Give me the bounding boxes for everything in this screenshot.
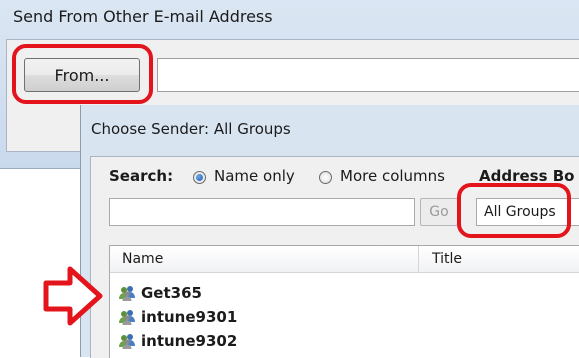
list-item-name: Get365 [141,284,202,302]
dialog-title: Send From Other E-mail Address [13,7,273,26]
go-button[interactable]: Go [420,198,458,226]
radio-name-only[interactable] [193,171,206,184]
group-icon [118,284,136,302]
list-item[interactable]: Get365 [118,282,202,304]
from-field[interactable] [157,58,579,92]
column-name[interactable]: Name [122,251,163,267]
list-item[interactable]: intune9302 [118,330,237,352]
radio-more-columns[interactable] [319,171,332,184]
search-label: Search: [109,167,174,185]
choose-sender-title: Choose Sender: All Groups [91,120,291,138]
radio-more-columns-label[interactable]: More columns [340,167,445,185]
search-input[interactable] [109,198,415,226]
list-item-name: intune9301 [141,308,238,326]
from-button-highlight [12,44,153,104]
column-separator[interactable] [418,246,419,272]
column-title[interactable]: Title [432,251,462,267]
group-icon [118,332,136,350]
red-arrow-right-icon [43,266,103,326]
list-item-name: intune9302 [141,332,238,350]
address-book-highlight [457,183,571,238]
group-icon [118,308,136,326]
list-header: Name Title [110,246,579,273]
list-item[interactable]: intune9301 [118,306,237,328]
radio-name-only-label[interactable]: Name only [214,167,295,185]
sender-list: Name Title Get365 intune9301 intune9302 [109,245,579,358]
